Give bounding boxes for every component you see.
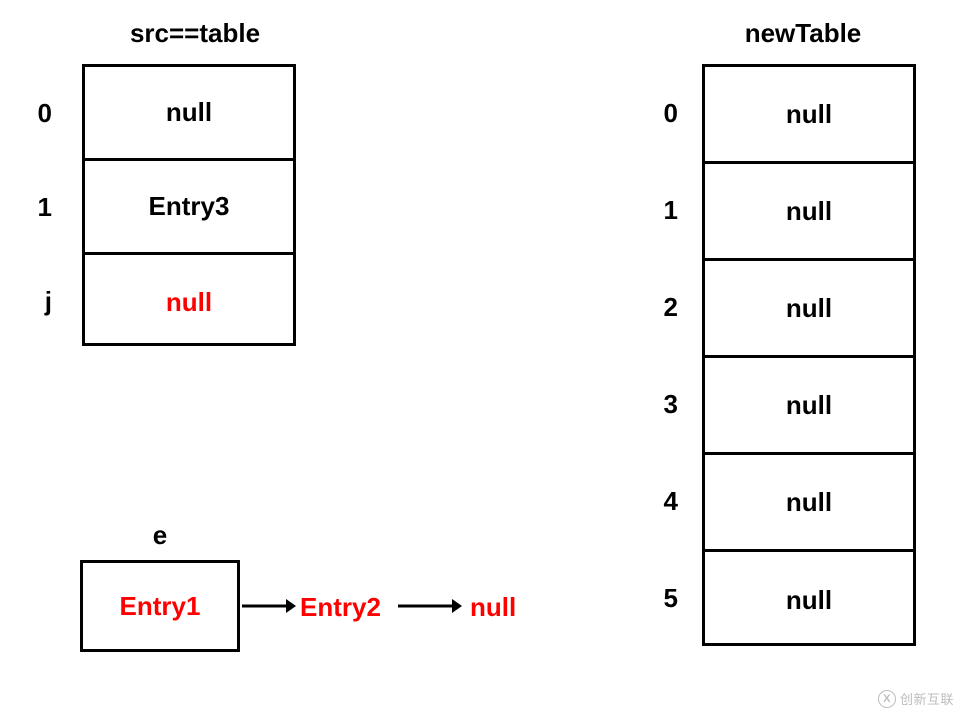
new-cell-2-label: null xyxy=(786,293,832,324)
new-cell-4-label: null xyxy=(786,487,832,518)
e-title: e xyxy=(140,520,180,551)
src-cell-1-label: Entry3 xyxy=(149,191,230,222)
new-cell-5-label: null xyxy=(786,585,832,616)
watermark-text: 创新互联 xyxy=(900,689,954,708)
new-index-5: 5 xyxy=(648,583,678,614)
new-table-title: newTable xyxy=(728,18,878,49)
src-index-2: j xyxy=(22,286,52,317)
new-table: null null null null null null xyxy=(702,64,916,646)
arrow-icon xyxy=(240,594,296,618)
watermark-logo-icon: X xyxy=(878,690,896,708)
new-index-3: 3 xyxy=(648,389,678,420)
watermark: X 创新互联 xyxy=(878,689,954,708)
new-index-1: 1 xyxy=(648,195,678,226)
new-cell-2: null xyxy=(705,261,913,358)
new-index-4: 4 xyxy=(648,486,678,517)
e-box: Entry1 xyxy=(80,560,240,652)
src-index-1: 1 xyxy=(22,192,52,223)
new-cell-1-label: null xyxy=(786,196,832,227)
src-cell-2: null xyxy=(85,255,293,349)
src-cell-2-label: null xyxy=(166,287,212,318)
new-cell-0: null xyxy=(705,67,913,164)
new-cell-1: null xyxy=(705,164,913,261)
src-table-title: src==table xyxy=(105,18,285,49)
new-cell-3: null xyxy=(705,358,913,455)
e-next2-label: null xyxy=(470,592,516,623)
new-cell-4: null xyxy=(705,455,913,552)
e-next1-label: Entry2 xyxy=(300,592,381,623)
src-index-0: 0 xyxy=(22,98,52,129)
arrow-icon xyxy=(396,594,462,618)
src-cell-1: Entry3 xyxy=(85,161,293,255)
e-box-label: Entry1 xyxy=(120,591,201,622)
new-cell-5: null xyxy=(705,552,913,649)
src-table: null Entry3 null xyxy=(82,64,296,346)
new-index-0: 0 xyxy=(648,98,678,129)
src-cell-0-label: null xyxy=(166,97,212,128)
src-cell-0: null xyxy=(85,67,293,161)
new-index-2: 2 xyxy=(648,292,678,323)
new-cell-3-label: null xyxy=(786,390,832,421)
new-cell-0-label: null xyxy=(786,99,832,130)
